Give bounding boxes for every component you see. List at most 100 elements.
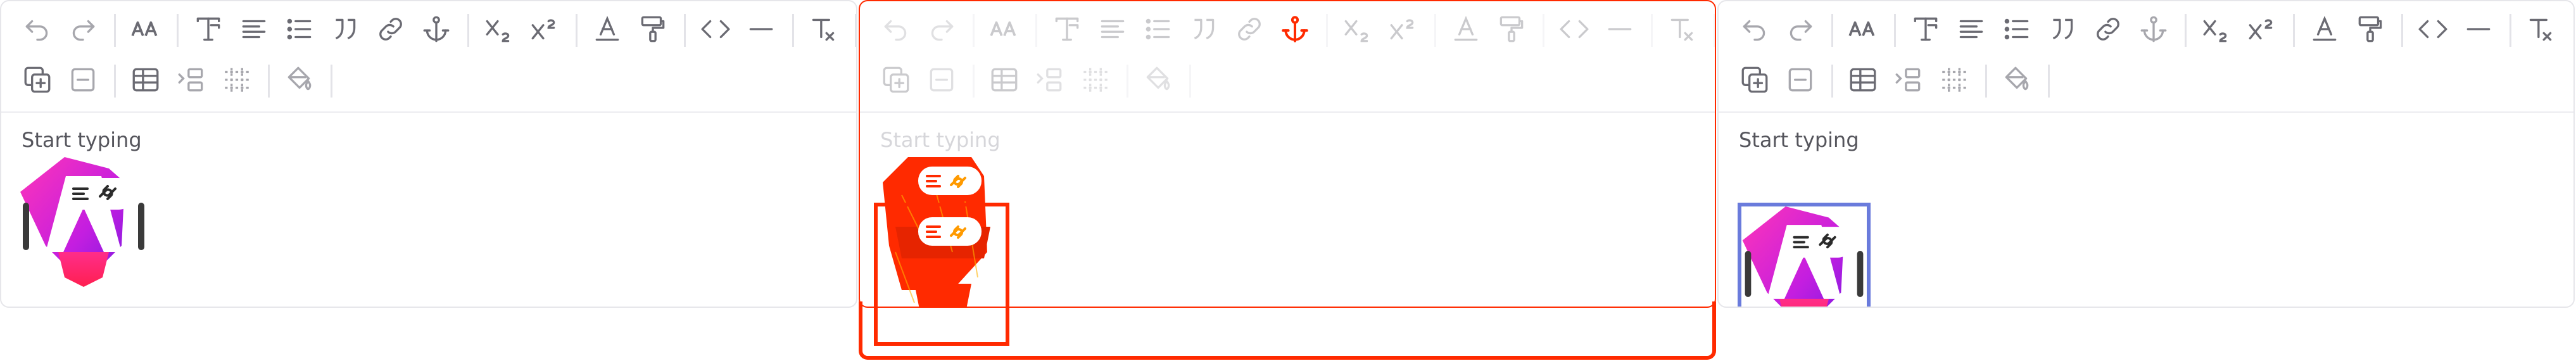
toolbar-separator (467, 14, 469, 47)
clear-format-button[interactable] (1664, 12, 1701, 49)
text-style-button[interactable] (190, 12, 227, 49)
format-painter-button[interactable] (1493, 12, 1530, 49)
superscript-button[interactable] (526, 12, 563, 49)
highlight-frame-editor-bottom (859, 301, 1716, 360)
align-button[interactable] (236, 12, 272, 49)
subscript-button[interactable] (1339, 12, 1376, 49)
text-style-button[interactable] (1907, 12, 1944, 49)
toolbar-row-1 (1736, 8, 2568, 53)
indent-button[interactable] (173, 63, 210, 99)
text-style-button[interactable] (1049, 12, 1085, 49)
code-button[interactable] (1556, 12, 1593, 49)
list-button[interactable] (281, 12, 318, 49)
horizontal-rule-button[interactable] (2460, 12, 2497, 49)
subscript-button[interactable] (481, 12, 517, 49)
text-color-button[interactable] (1448, 12, 1484, 49)
anchor-button[interactable] (1277, 12, 1313, 49)
font-size-icon (1847, 13, 1879, 48)
editor-content[interactable]: Start typing (1719, 113, 2573, 307)
quote-button[interactable] (327, 12, 363, 49)
fill-color-button[interactable] (281, 63, 318, 99)
font-size-button[interactable] (127, 12, 164, 49)
subscript-icon (2200, 13, 2232, 48)
anchor-button[interactable] (2135, 12, 2172, 49)
add-block-button[interactable] (1736, 63, 1773, 99)
superscript-icon (1387, 13, 1419, 48)
grid-button[interactable] (218, 63, 255, 99)
anchor-icon (420, 13, 452, 48)
editor-panel-left: Start typing (0, 0, 857, 308)
undo-button[interactable] (1736, 12, 1773, 49)
superscript-icon (529, 13, 560, 48)
align-button[interactable] (1953, 12, 1990, 49)
format-painter-button[interactable] (635, 12, 671, 49)
quote-button[interactable] (1185, 12, 1222, 49)
remove-block-icon (926, 64, 957, 98)
grid-button[interactable] (1936, 63, 1973, 99)
link-button[interactable] (1231, 12, 1268, 49)
toolbar-separator (1831, 65, 1833, 98)
font-size-button[interactable] (986, 12, 1023, 49)
toolbar-separator (1035, 14, 1037, 47)
grid-button[interactable] (1077, 63, 1114, 99)
redo-icon (926, 13, 957, 48)
clear-format-button[interactable] (2523, 12, 2560, 49)
link-button[interactable] (372, 12, 409, 49)
toolbar-separator (1434, 14, 1436, 47)
redo-button[interactable] (923, 12, 960, 49)
editor-content[interactable]: Start typing (1, 113, 856, 307)
toolbar-separator (1543, 14, 1544, 47)
remove-block-button[interactable] (65, 63, 101, 99)
anchor-icon (1279, 13, 1311, 48)
remove-block-button[interactable] (1782, 63, 1819, 99)
link-button[interactable] (2090, 12, 2126, 49)
indent-icon (1893, 64, 1924, 98)
fill-color-button[interactable] (1140, 63, 1177, 99)
text-color-icon (2309, 13, 2340, 48)
font-size-icon (988, 13, 1020, 48)
text-color-button[interactable] (2306, 12, 2343, 49)
fill-color-button[interactable] (1998, 63, 2035, 99)
table-button[interactable] (1845, 63, 1881, 99)
superscript-button[interactable] (2244, 12, 2280, 49)
redo-button[interactable] (1782, 12, 1819, 49)
embedded-image[interactable] (1741, 206, 1867, 307)
subscript-button[interactable] (2198, 12, 2235, 49)
undo-button[interactable] (878, 12, 914, 49)
text-color-icon (1450, 13, 1482, 48)
undo-icon (22, 13, 53, 48)
superscript-button[interactable] (1385, 12, 1422, 49)
table-button[interactable] (127, 63, 164, 99)
code-button[interactable] (697, 12, 734, 49)
indent-button[interactable] (1032, 63, 1068, 99)
horizontal-rule-icon (2463, 13, 2494, 48)
horizontal-rule-button[interactable] (743, 12, 780, 49)
text-color-icon (591, 13, 623, 48)
font-size-button[interactable] (1845, 12, 1881, 49)
indent-button[interactable] (1890, 63, 1927, 99)
remove-block-button[interactable] (923, 63, 960, 99)
clear-format-button[interactable] (805, 12, 842, 49)
list-button[interactable] (1998, 12, 2035, 49)
editor-placeholder: Start typing (880, 128, 1001, 152)
toolbar-separator (2185, 14, 2187, 47)
paint-roller-icon (2354, 13, 2386, 48)
embedded-image[interactable] (20, 157, 147, 296)
code-button[interactable] (2415, 12, 2451, 49)
format-painter-button[interactable] (2352, 12, 2389, 49)
text-color-button[interactable] (589, 12, 626, 49)
paint-roller-icon (637, 13, 669, 48)
list-button[interactable] (1140, 12, 1177, 49)
redo-button[interactable] (65, 12, 101, 49)
quote-button[interactable] (2044, 12, 2081, 49)
undo-button[interactable] (19, 12, 56, 49)
anchor-button[interactable] (418, 12, 455, 49)
bullet-list-icon (2001, 13, 2033, 48)
table-button[interactable] (986, 63, 1023, 99)
add-block-button[interactable] (878, 63, 914, 99)
align-button[interactable] (1094, 12, 1131, 49)
horizontal-rule-button[interactable] (1601, 12, 1638, 49)
text-style-icon (193, 13, 224, 48)
toolbar-row-2 (1736, 58, 2061, 104)
add-block-button[interactable] (19, 63, 56, 99)
